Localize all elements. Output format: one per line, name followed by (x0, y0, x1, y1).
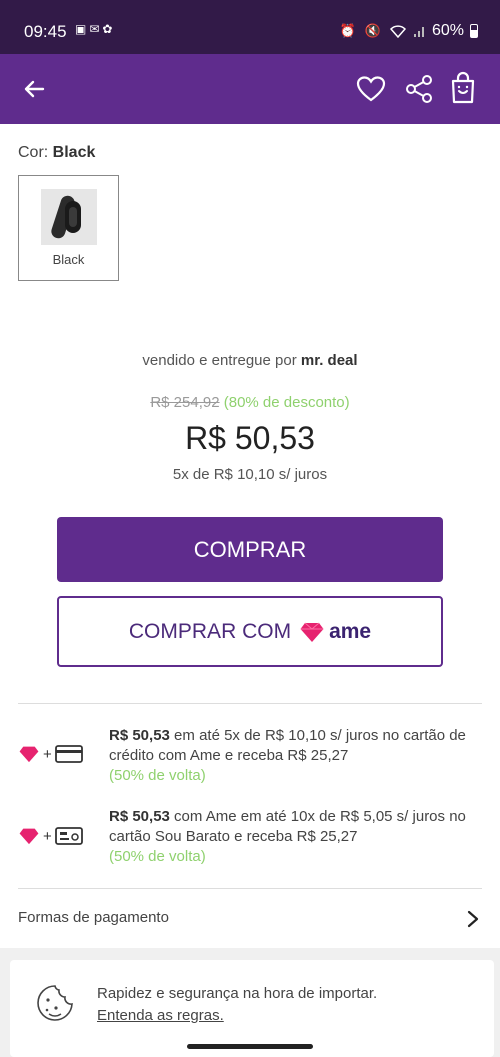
divider (18, 888, 482, 889)
gesture-bar (187, 1044, 313, 1049)
status-bar: 09:45 ▣✉✿ ⏰ 🔇 60% (0, 0, 500, 54)
status-time: 09:45 (24, 22, 67, 41)
product-thumbnail (41, 189, 97, 245)
import-info-card: Rapidez e segurança na hora de importar.… (10, 960, 494, 1057)
sold-by-prefix: vendido e entregue por (142, 352, 297, 369)
payment-methods-label: Formas de pagamento (18, 909, 169, 926)
image-icon: ▣ (75, 22, 90, 36)
offer-amount: R$ 50,53 (109, 808, 170, 825)
sou-barato-card-icon (54, 827, 83, 845)
import-info-description: Rapidez e segurança na hora de importar. (97, 985, 378, 1002)
color-value: Black (52, 144, 96, 161)
wifi-icon (389, 25, 406, 38)
offer-icons-credit-card: + (18, 744, 83, 764)
color-swatch-black[interactable]: Black (18, 175, 119, 281)
old-price: R$ 254,92 (150, 394, 220, 411)
plus-icon: + (43, 745, 52, 763)
color-label-prefix: Cor: (18, 144, 53, 161)
signal-icon (413, 27, 424, 37)
mute-icon: 🔇 (364, 23, 384, 38)
offer-cashback: (50% de volta) (109, 767, 206, 784)
divider (18, 703, 482, 704)
buy-with-ame-label: COMPRAR COM (128, 619, 292, 643)
seller-name: mr. deal (300, 352, 358, 369)
sold-by-text: vendido e entregue por mr. deal (0, 352, 500, 369)
swatch-label: Black (52, 252, 85, 267)
buy-button[interactable]: COMPRAR (57, 517, 443, 582)
share-icon[interactable] (405, 74, 433, 104)
battery-text: 60% (431, 22, 464, 39)
price-comparison: R$ 254,92 (80% de desconto) (0, 394, 500, 411)
buy-button-label: COMPRAR (193, 536, 307, 562)
ame-heart-icon (19, 746, 39, 763)
smart-band-icon (51, 195, 81, 239)
back-arrow-icon[interactable] (22, 77, 46, 101)
offer-cashback: (50% de volta) (109, 848, 206, 865)
chevron-right-icon (467, 910, 479, 928)
payment-methods-row[interactable]: Formas de pagamento (0, 890, 500, 948)
offer-icons-sou-barato: + (18, 826, 83, 846)
alarm-icon: ⏰ (339, 23, 359, 38)
notification-icons: ▣✉✿ (75, 22, 115, 36)
credit-card-icon (54, 745, 83, 763)
battery-icon (470, 24, 478, 38)
ame-heart-icon (300, 622, 324, 642)
import-rules-link[interactable]: Entenda as regras. (97, 1007, 224, 1024)
discount-text: (80% de desconto) (223, 394, 350, 411)
plus-icon: + (43, 827, 52, 845)
offer-credit-card: R$ 50,53 em até 5x de R$ 10,10 s/ juros … (109, 726, 481, 786)
ame-logo-text: ame (329, 619, 372, 643)
offer-sou-barato: R$ 50,53 com Ame em até 10x de R$ 5,05 s… (109, 807, 481, 867)
current-price: R$ 50,53 (185, 420, 315, 456)
installments-text: 5x de R$ 10,10 s/ juros (172, 466, 328, 483)
app-bar (0, 54, 500, 124)
ame-heart-icon (19, 828, 39, 845)
cookie-icon (37, 985, 73, 1021)
buy-with-ame-button[interactable]: COMPRAR COM ame (57, 596, 443, 667)
mail-icon: ✉ (89, 22, 103, 36)
game-icon: ✿ (102, 22, 116, 36)
shopping-bag-icon[interactable] (450, 71, 476, 105)
ame-logo: ame (299, 620, 371, 644)
heart-icon[interactable] (356, 75, 386, 103)
offer-amount: R$ 50,53 (109, 727, 170, 744)
system-icons: ⏰ 🔇 60% (340, 22, 478, 40)
import-info-text: Rapidez e segurança na hora de importar.… (97, 983, 377, 1027)
color-label: Cor: Black (18, 144, 95, 162)
